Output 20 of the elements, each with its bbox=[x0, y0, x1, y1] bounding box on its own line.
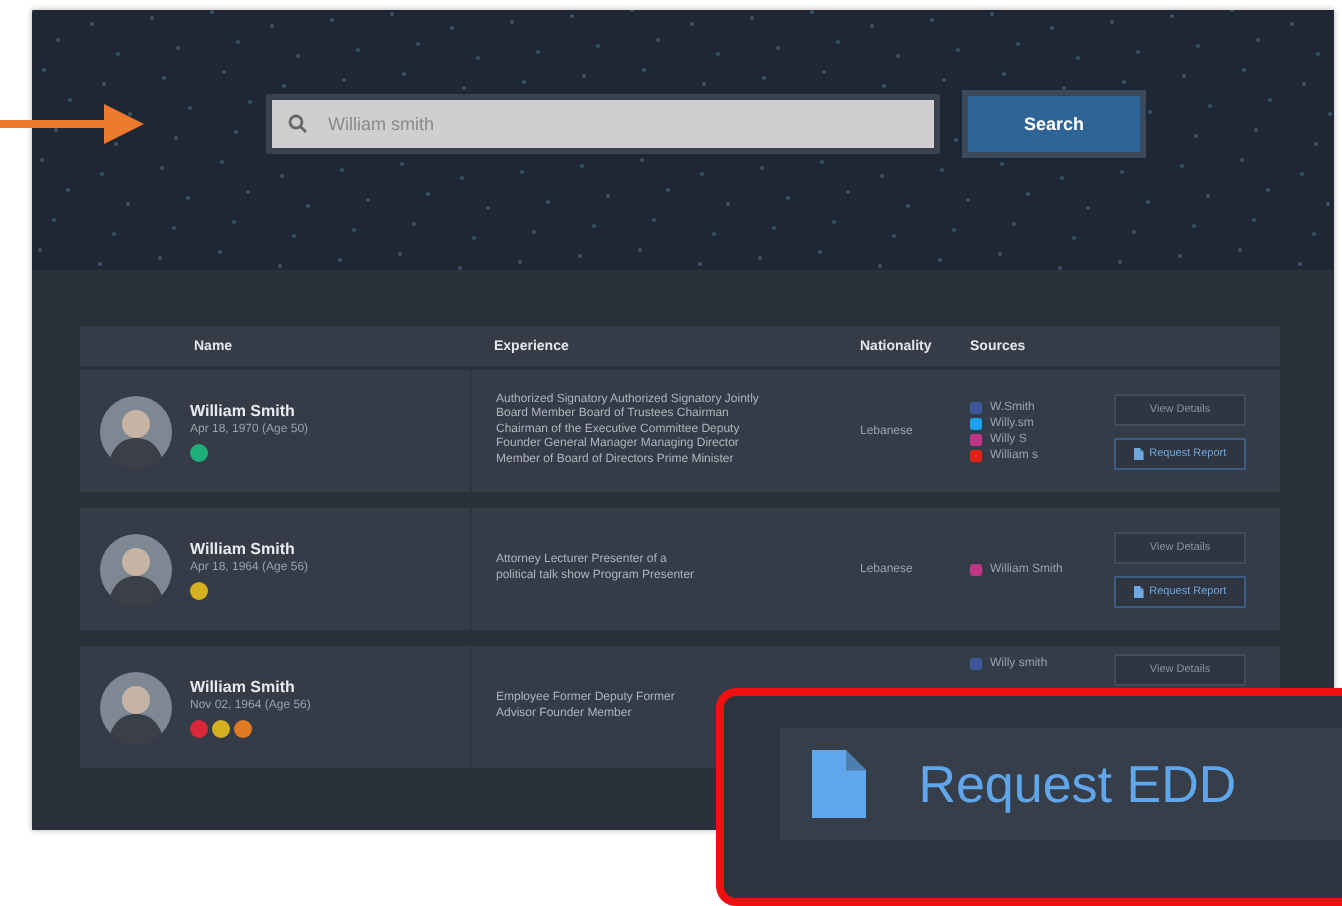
person-name: William Smith bbox=[190, 539, 297, 557]
document-icon bbox=[1133, 447, 1144, 459]
person-name: William Smith bbox=[190, 401, 297, 419]
request-edd-button[interactable]: Request EDD bbox=[780, 728, 1342, 840]
search-icon bbox=[288, 114, 308, 134]
search-field[interactable]: William smith bbox=[266, 94, 940, 154]
search-button[interactable]: Search bbox=[962, 90, 1146, 158]
person-name: William Smith bbox=[190, 677, 297, 695]
facebook-icon bbox=[970, 401, 982, 413]
document-icon bbox=[812, 750, 867, 818]
avatar bbox=[100, 395, 172, 467]
document-icon bbox=[1133, 585, 1144, 597]
twitter-icon bbox=[970, 417, 982, 429]
pointer-arrow bbox=[0, 102, 144, 146]
avatar bbox=[100, 533, 172, 605]
instagram-icon bbox=[970, 433, 982, 445]
instagram-icon bbox=[970, 563, 982, 575]
avatar bbox=[100, 671, 172, 743]
facebook-icon bbox=[970, 658, 982, 670]
youtube-icon bbox=[970, 449, 982, 461]
